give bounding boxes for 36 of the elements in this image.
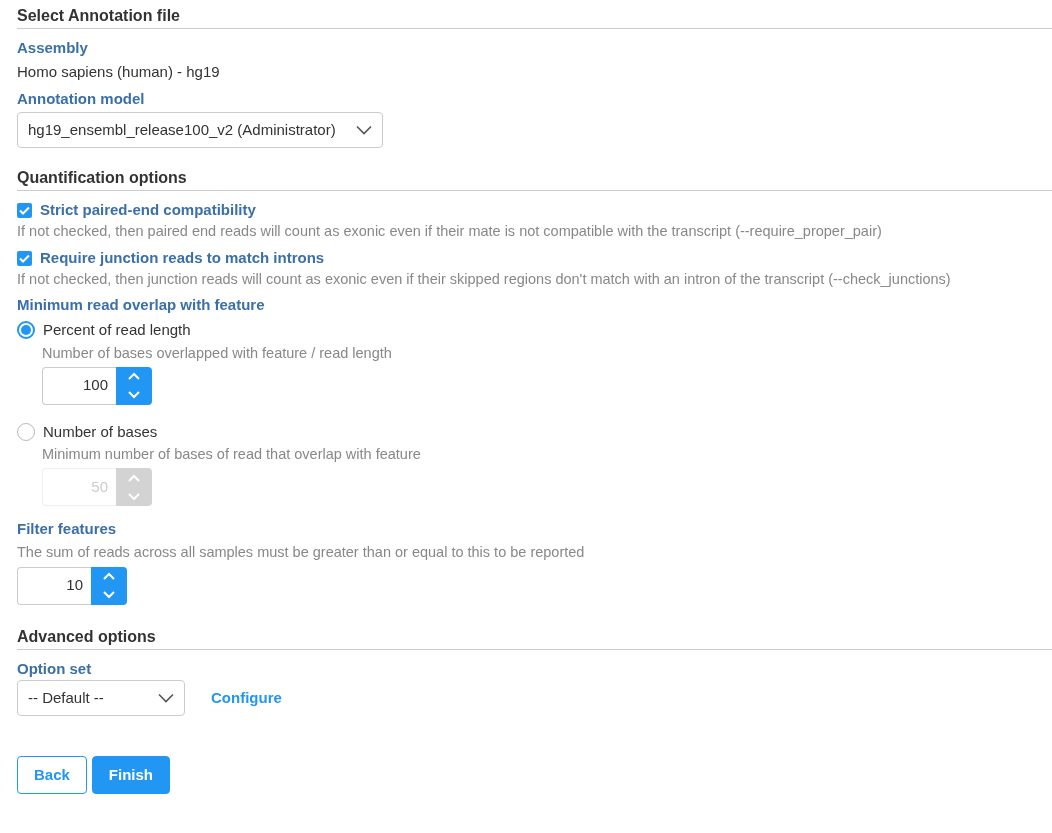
field-label: Option set <box>17 659 92 679</box>
section-heading: Select Annotation file <box>17 7 180 24</box>
checkbox-label: Strict paired-end compatibility <box>40 201 256 220</box>
checkbox-label: Require junction reads to match introns <box>40 248 325 268</box>
chevron-down-icon <box>356 125 372 136</box>
chevron-down-icon <box>158 693 174 704</box>
help-text: Number of bases overlapped with feature / read length <box>42 343 392 362</box>
number-input[interactable]: 10 <box>17 566 91 605</box>
field-label: Minimum read overlap with feature <box>17 296 265 315</box>
section-heading: Quantification options <box>17 169 187 187</box>
dropdown-select[interactable]: -- Default -- <box>17 680 185 717</box>
help-text: Minimum number of bases of read that overlap with feature <box>42 445 421 464</box>
chevron-up-icon <box>103 572 115 580</box>
chevron-down-icon <box>103 591 115 599</box>
field-label: Filter features <box>17 520 117 539</box>
checkbox[interactable] <box>17 203 32 219</box>
help-text: The sum of reads across all samples must be greater than or equal to this to be reported <box>17 542 585 561</box>
checkbox[interactable] <box>17 250 32 266</box>
help-text: If not checked, then junction reads will count as exonic even if their skipped regions don't match with an intron of the transcript (--check_junctions) <box>17 269 951 288</box>
increment-button[interactable] <box>91 566 127 586</box>
chevron-up-icon <box>128 372 140 380</box>
radio-button[interactable] <box>17 321 35 340</box>
field-label: Annotation model <box>17 89 145 109</box>
increment-button[interactable] <box>116 366 152 386</box>
chevron-down-icon <box>128 391 140 399</box>
section-heading: Advanced options <box>17 627 156 645</box>
help-text: If not checked, then paired end reads will count as exonic even if their mate is not compatible with the transcript (--require_proper_pair) <box>17 222 882 241</box>
number-input[interactable]: 100 <box>42 366 116 405</box>
assembly-value: Homo sapiens (human) - hg19 <box>17 62 220 82</box>
chevron-up-icon <box>128 473 140 482</box>
radio-button[interactable] <box>17 422 35 441</box>
chevron-down-icon <box>128 492 140 501</box>
radio-label: Number of bases <box>43 422 158 442</box>
dropdown-select[interactable]: hg19_ensembl_release100_v2 (Administrator) <box>17 112 383 149</box>
field-label: Assembly <box>17 39 88 58</box>
radio-label: Percent of read length <box>43 321 191 340</box>
